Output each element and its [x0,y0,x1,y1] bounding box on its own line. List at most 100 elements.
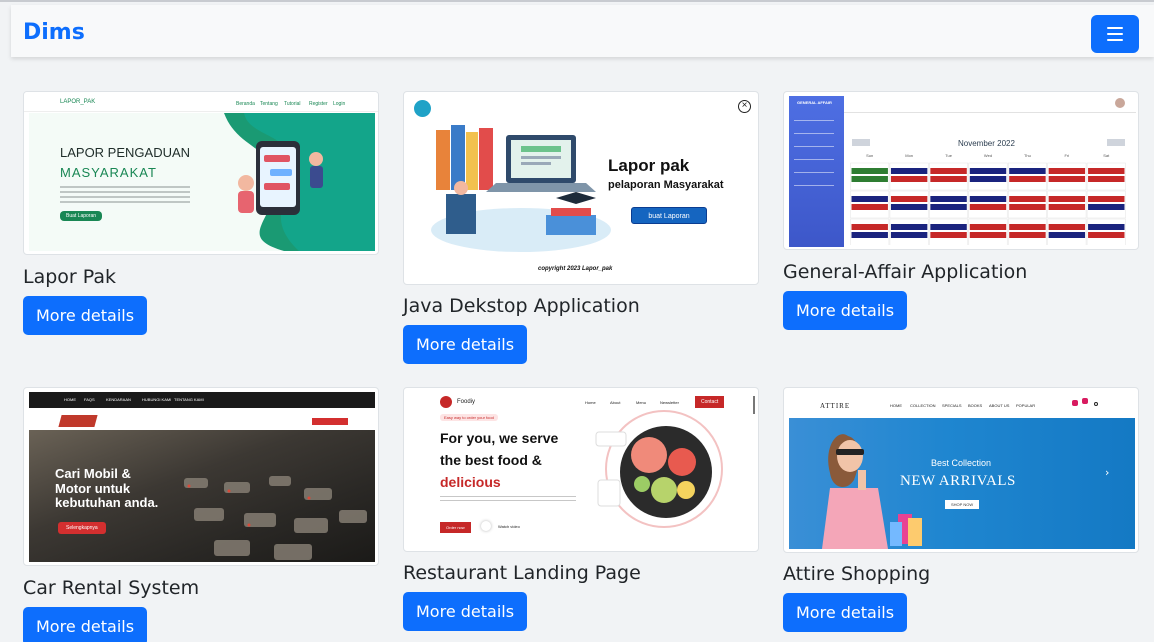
preview-calendar-day: Fri [1065,153,1070,158]
preview-headline: kebutuhan anda. [55,495,159,510]
project-thumbnail[interactable]: Foodiy Home About Menu Newsletter Contac… [403,387,759,552]
preview-cta: Selengkapnya [58,522,106,534]
preview-calendar-event [890,232,928,238]
project-title: Restaurant Landing Page [403,562,641,584]
project-title: General-Affair Application [783,261,1028,283]
preview-nav-item: Register [309,101,328,107]
preview-cta: Buat Laporan [60,211,103,221]
preview-calendar-event [890,204,928,210]
more-details-button[interactable]: More details [403,325,528,364]
preview-calendar-event [1009,168,1046,174]
window-top-border [0,0,1154,2]
preview-calendar-event [969,204,1007,210]
preview-calendar-event [930,176,967,182]
preview-nav-item: Beranda [236,101,255,107]
preview-calendar-event [930,204,967,210]
preview-nav-item: Newsletter [660,400,679,405]
preview-app-name: GENERAL AFFAIR [797,100,832,105]
preview-calendar-event [1088,232,1125,238]
heart-icon [1082,398,1088,404]
cart-icon [1072,400,1078,406]
preview-nav-item: About [610,400,621,405]
project-title: Attire Shopping [783,563,931,585]
preview-calendar-day: Tue [945,153,953,158]
hamburger-icon[interactable] [1091,15,1139,53]
preview-calendar-event [930,232,967,238]
project-thumbnail[interactable]: LAPOR_PAK Beranda Tentang Tutorial Regis… [23,91,379,255]
project-title: Java Dekstop Application [403,295,640,317]
preview-food-plate [595,410,723,528]
preview-headline: NEW ARRIVALS [900,473,1016,489]
preview-calendar-event [1088,176,1125,182]
preview-order-button: Order now [440,522,471,533]
project-thumbnail[interactable]: ATTIRE HOME COLLECTION SPECIALS BOOKS AB… [783,387,1139,553]
more-details-button[interactable]: More details [403,592,528,631]
project-thumbnail[interactable]: GENERAL AFFAIR November 2022 Sun Mon Tue We… [783,91,1139,250]
preview-calendar-grid: Sun Mon Tue Wed Thu Fri Sat [850,153,1126,245]
preview-nav-item: COLLECTION [910,403,936,408]
preview-headline: Cari Mobil & [55,466,131,481]
preview-traffic [184,476,367,560]
preview-header-button [312,418,348,425]
preview-illustration [431,125,611,252]
preview-watch: Watch video [498,524,520,529]
preview-nav-item: SPECIALS [942,403,962,408]
preview-tagline: Easy way to order your food [440,414,498,421]
more-details-button[interactable]: More details [23,607,148,642]
preview-logo-icon [440,396,452,408]
preview-cta: SHOP NOW [945,500,980,509]
close-icon: × [738,100,751,113]
preview-calendar-event [1088,224,1125,230]
preview-calendar-event [851,224,888,230]
preview-calendar-day: Sun [866,153,873,158]
preview-calendar-event [930,168,967,174]
preview-nav-item: Home [585,400,596,405]
preview-calendar-event [1048,196,1086,202]
preview-text-lines [60,186,190,204]
preview-nav-item: HUBUNGI KAMI [142,397,172,402]
more-details-button[interactable]: More details [23,296,148,335]
preview-footer: copyright 2023 Lapor_pak [538,266,613,272]
preview-calendar-event [1048,232,1086,238]
brand-logo[interactable]: Dims [23,20,85,45]
preview-calendar-event [1048,168,1086,174]
preview-calendar-event [1048,204,1086,210]
preview-nav-item: FAQS [84,397,95,402]
preview-calendar-event [851,196,888,202]
preview-calendar-event [890,224,928,230]
preview-nav-item: KENDARAAN [106,397,131,402]
preview-calendar-event [851,176,888,182]
preview-calendar-event [1009,232,1046,238]
preview-contact: Contact [695,396,725,408]
preview-text-lines [440,496,576,503]
preview-calendar-day: Thu [1024,153,1031,158]
preview-nav-item: BOOKS [968,403,983,408]
avatar [1115,98,1125,108]
preview-calendar-event [1009,176,1046,182]
preview-calendar-event [969,232,1007,238]
preview-calendar-event [1009,196,1046,202]
preview-calendar-event [851,168,888,174]
preview-headline: the best food & [440,452,542,468]
more-details-button[interactable]: More details [783,291,908,330]
preview-nav-item: HOME [890,403,902,408]
preview-calendar-event [1009,204,1046,210]
search-icon [1094,402,1098,406]
preview-scrollbar [753,396,755,414]
preview-headline: Lapor pak [608,156,690,175]
preview-calendar-nav [852,139,870,146]
preview-subheadline: pelaporan Masyarakat [608,179,724,191]
preview-calendar-event [1088,168,1125,174]
user-icon [414,100,431,117]
preview-nav-item: Tentang [260,101,278,107]
preview-subheadline: MASYARAKAT [60,165,157,180]
hamburger-line [1107,27,1123,29]
project-thumbnail[interactable]: × Lapor pak pelaporan Masyarakat buat La… [403,91,759,285]
project-thumbnail[interactable]: HOME FAQS KENDARAAN HUBUNGI KAMI TENTANG… [23,387,379,566]
preview-calendar-day: Sat [1103,153,1110,158]
chevron-right-icon: › [1105,466,1110,479]
preview-calendar-event [1088,204,1125,210]
more-details-button[interactable]: More details [783,593,908,632]
preview-kicker: Best Collection [931,458,992,468]
preview-calendar-event [930,196,967,202]
